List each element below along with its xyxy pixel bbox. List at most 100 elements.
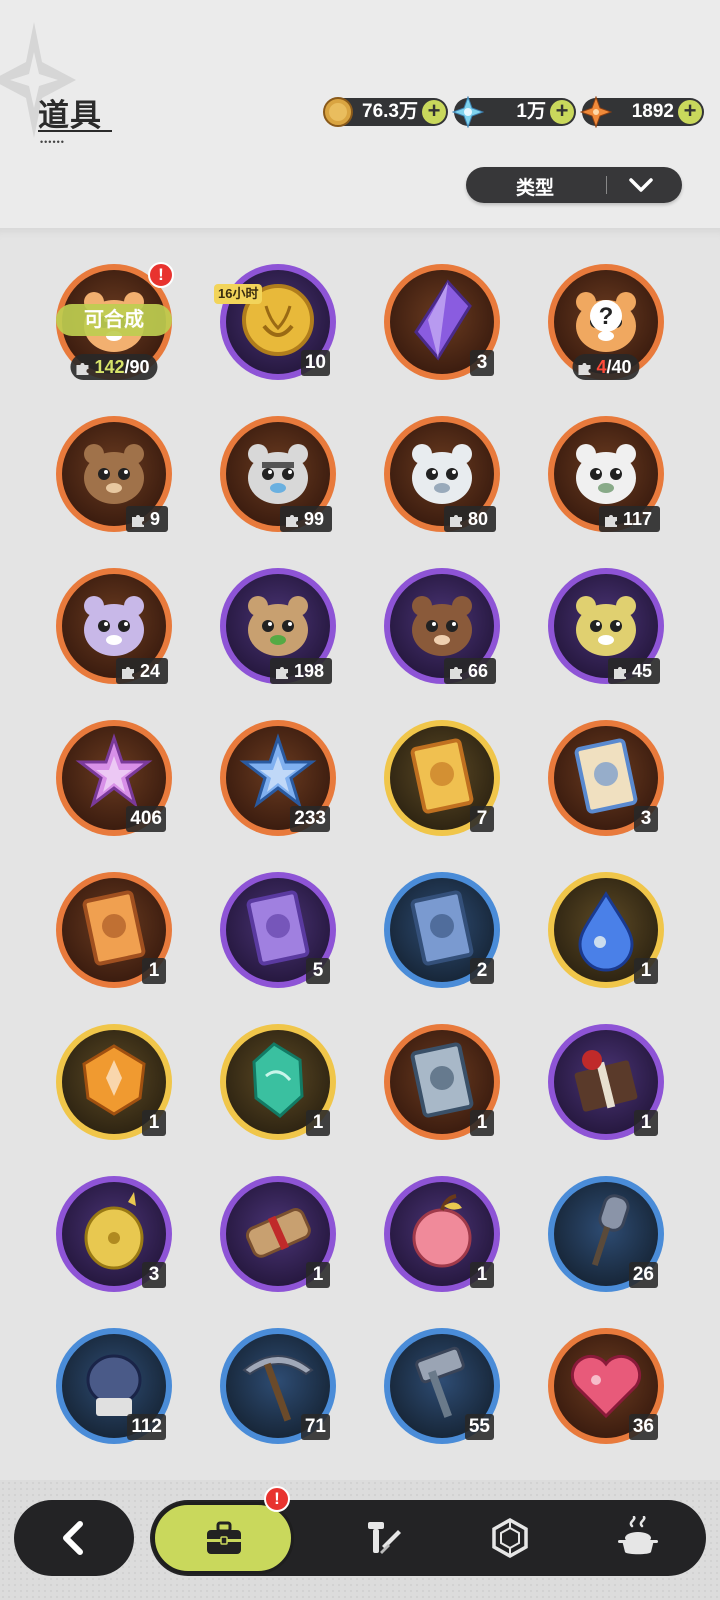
inventory-item[interactable]: 112 bbox=[56, 1328, 172, 1444]
yellow-cat-icon bbox=[576, 596, 636, 656]
item-quantity: 1 bbox=[142, 1110, 166, 1136]
currency-star-shard-value: 1892 bbox=[631, 101, 674, 122]
tab-forge[interactable] bbox=[316, 1500, 446, 1576]
orange-star-icon bbox=[580, 96, 612, 128]
title-dots-decoration: •••••• bbox=[40, 137, 65, 147]
item-quantity: 45 bbox=[631, 661, 652, 681]
inventory-item[interactable]: 可合成 142/90! bbox=[56, 262, 174, 380]
bear-cub-icon bbox=[84, 444, 144, 504]
shard-count: 9 bbox=[125, 506, 168, 532]
shard-count: 45 bbox=[607, 658, 660, 684]
inventory-item[interactable]: 1 bbox=[220, 1176, 336, 1292]
knight-pet-icon bbox=[248, 444, 308, 504]
inventory-item[interactable]: 66 bbox=[384, 568, 500, 684]
item-quantity: 117 bbox=[622, 509, 652, 529]
tanuki-icon bbox=[248, 596, 308, 656]
shard-needed: /40 bbox=[606, 357, 632, 377]
inventory-item[interactable]: 55 bbox=[384, 1328, 500, 1444]
item-quantity: 24 bbox=[139, 661, 160, 681]
item-quantity: 99 bbox=[303, 509, 324, 529]
item-quantity: 10 bbox=[300, 350, 330, 376]
type-filter-separator bbox=[606, 176, 607, 194]
timer-tag: 16小时 bbox=[214, 284, 263, 304]
item-grid: 可合成 142/90! 10 16小时 3? 4/40 9 99 80 117 24 198 66 45 4… bbox=[0, 228, 720, 1480]
inventory-item[interactable]: 3 bbox=[548, 720, 664, 836]
inventory-item[interactable]: 2 bbox=[384, 872, 500, 988]
tools-icon bbox=[368, 1522, 401, 1554]
item-quantity: 2 bbox=[470, 958, 494, 984]
item-quantity: 233 bbox=[290, 806, 330, 832]
item-quantity: 1 bbox=[634, 958, 658, 984]
item-quantity: 7 bbox=[470, 806, 494, 832]
shard-count: 66 bbox=[443, 658, 496, 684]
shard-count: 24 bbox=[115, 658, 168, 684]
item-quantity: 3 bbox=[470, 350, 494, 376]
svg-text:?: ? bbox=[599, 303, 614, 330]
currency-gold-value: 76.3万 bbox=[362, 101, 418, 122]
item-quantity: 71 bbox=[300, 1414, 330, 1440]
inventory-item[interactable]: 406 bbox=[56, 720, 172, 836]
shard-needed: /90 bbox=[124, 357, 150, 377]
inventory-item[interactable]: 9 bbox=[56, 416, 172, 532]
back-button[interactable] bbox=[14, 1500, 134, 1576]
alert-badge: ! bbox=[148, 262, 174, 288]
inventory-item[interactable]: 36 bbox=[548, 1328, 664, 1444]
inventory-item[interactable]: ? 4/40 bbox=[548, 264, 664, 380]
inventory-item[interactable]: 1 bbox=[220, 1024, 336, 1140]
add-gold-button[interactable]: + bbox=[422, 100, 446, 124]
inventory-item[interactable]: 1 bbox=[56, 1024, 172, 1140]
currency-star-shard: 1892 + bbox=[580, 96, 704, 128]
inventory-item[interactable]: 198 bbox=[220, 568, 336, 684]
inventory-item[interactable]: 1 bbox=[56, 872, 172, 988]
add-crystal-button[interactable]: + bbox=[550, 100, 574, 124]
inventory-item[interactable]: 1 bbox=[548, 1024, 664, 1140]
item-quantity: 80 bbox=[467, 509, 488, 529]
item-quantity: 406 bbox=[126, 806, 166, 832]
item-quantity: 1 bbox=[634, 1110, 658, 1136]
inventory-item[interactable]: 10 16小时 bbox=[214, 264, 336, 380]
bottom-tab-bar bbox=[150, 1500, 706, 1576]
mystery-pet-icon: ? bbox=[576, 292, 636, 352]
snowflake-crystal-icon bbox=[452, 96, 484, 128]
shard-owned: 4 bbox=[596, 357, 607, 377]
shard-progress: 142/90 bbox=[70, 354, 158, 380]
inventory-item[interactable]: 3 bbox=[384, 264, 500, 380]
inventory-item[interactable]: 26 bbox=[548, 1176, 664, 1292]
currency-crystal-value: 1万 bbox=[516, 101, 546, 122]
type-filter-dropdown[interactable]: 类型 bbox=[466, 167, 682, 203]
cooking-pot-icon bbox=[618, 1516, 658, 1555]
back-arrow-icon bbox=[63, 1521, 83, 1555]
inventory-item[interactable]: 99 bbox=[220, 416, 336, 532]
inventory-item[interactable]: 45 bbox=[548, 568, 664, 684]
inventory-item[interactable]: 117 bbox=[548, 416, 664, 532]
inventory-item[interactable]: 71 bbox=[220, 1328, 336, 1444]
inventory-item[interactable]: 24 bbox=[56, 568, 172, 684]
inventory-item[interactable]: 1 bbox=[548, 872, 664, 988]
shard-count: 80 bbox=[443, 506, 496, 532]
gem-icon bbox=[492, 1517, 528, 1559]
item-quantity: 9 bbox=[149, 509, 160, 529]
shard-progress: 4/40 bbox=[572, 354, 640, 380]
item-quantity: 1 bbox=[142, 958, 166, 984]
item-quantity: 198 bbox=[293, 661, 324, 681]
inventory-item[interactable]: 80 bbox=[384, 416, 500, 532]
item-quantity: 1 bbox=[306, 1110, 330, 1136]
tab-gem[interactable] bbox=[444, 1500, 574, 1576]
bag-icon bbox=[207, 1521, 241, 1554]
brown-bear-icon bbox=[412, 596, 472, 656]
tab-bag[interactable] bbox=[152, 1502, 294, 1574]
bag-alert-badge: ! bbox=[264, 1486, 290, 1512]
add-star-shard-button[interactable]: + bbox=[678, 100, 702, 124]
inventory-item[interactable]: 7 bbox=[384, 720, 500, 836]
inventory-item[interactable]: 233 bbox=[220, 720, 336, 836]
item-quantity: 112 bbox=[127, 1414, 166, 1440]
inventory-item[interactable]: 1 bbox=[384, 1176, 500, 1292]
item-quantity: 3 bbox=[634, 806, 658, 832]
inventory-item[interactable]: 1 bbox=[384, 1024, 500, 1140]
header: 道具 •••••• 76.3万 + 1万 + 1892 + 类型 bbox=[0, 0, 720, 228]
tab-cooking[interactable] bbox=[572, 1500, 702, 1576]
inventory-item[interactable]: 3 bbox=[56, 1176, 172, 1292]
item-quantity: 1 bbox=[306, 1262, 330, 1288]
inventory-item[interactable]: 5 bbox=[220, 872, 336, 988]
type-filter-label: 类型 bbox=[516, 178, 555, 199]
